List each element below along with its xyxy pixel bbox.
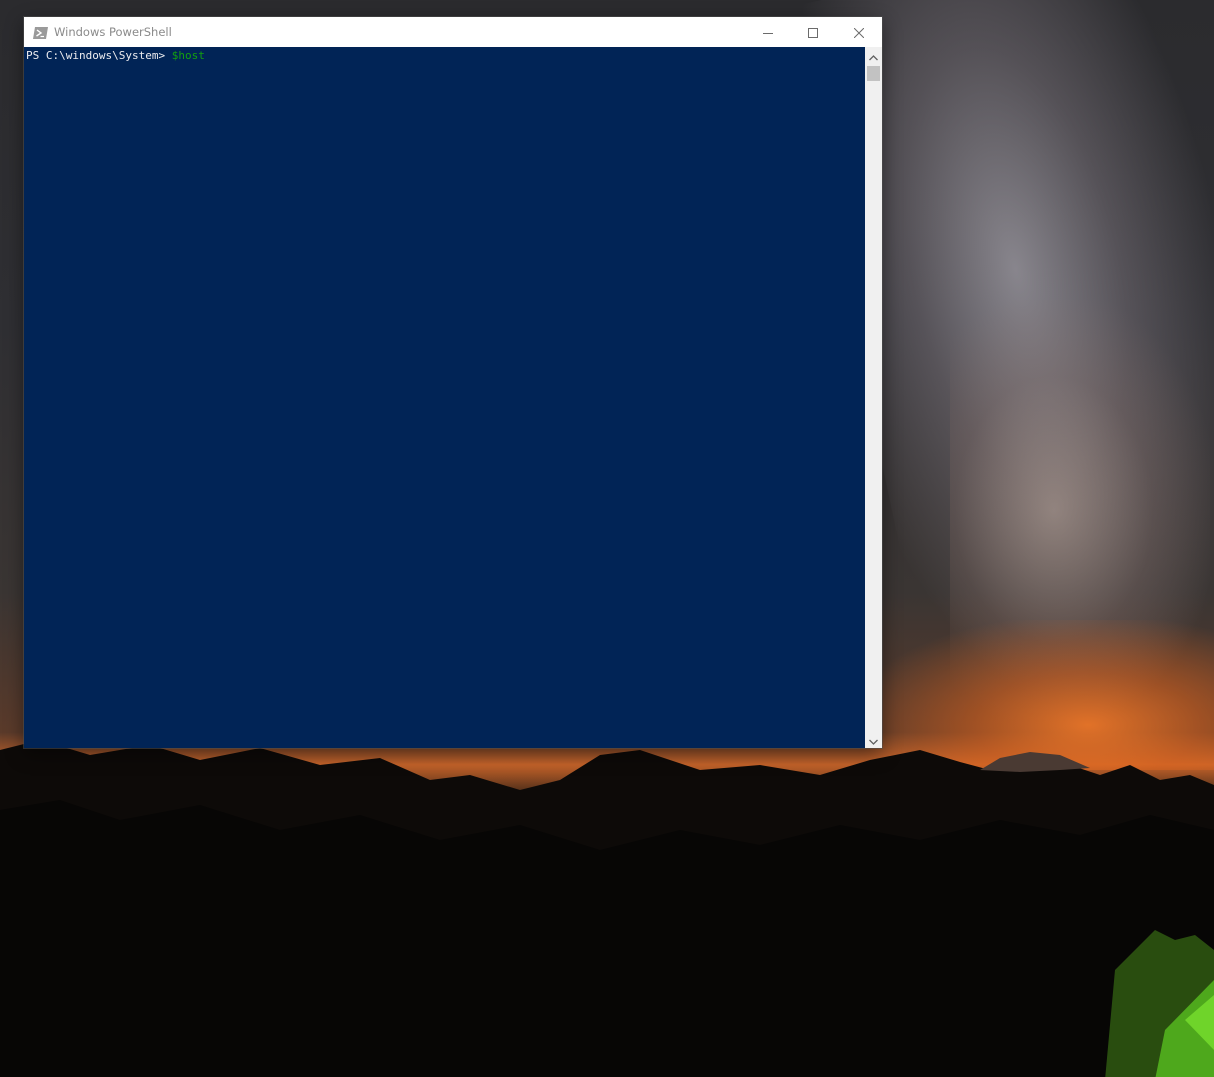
- console-command: $host: [171, 49, 205, 62]
- scroll-up-button[interactable]: [865, 47, 882, 64]
- close-icon: [853, 23, 864, 42]
- powershell-window[interactable]: Windows PowerShell PS C:\windows\System>…: [24, 17, 882, 748]
- vertical-scrollbar[interactable]: [865, 47, 882, 748]
- maximize-icon: [807, 23, 818, 42]
- mountain-silhouette: [0, 740, 1214, 1077]
- console-prompt: PS C:\windows\System>: [26, 49, 172, 62]
- green-tent: [1105, 930, 1214, 1077]
- minimize-icon: [762, 23, 773, 42]
- scroll-down-button[interactable]: [865, 731, 882, 748]
- title-bar[interactable]: Windows PowerShell: [24, 17, 882, 47]
- chevron-down-icon: [869, 730, 878, 749]
- window-title: Windows PowerShell: [54, 25, 172, 39]
- maximize-button[interactable]: [790, 17, 835, 47]
- powershell-icon: [33, 25, 49, 39]
- scroll-thumb[interactable]: [867, 66, 880, 81]
- console-area[interactable]: PS C:\windows\System> $host: [24, 47, 865, 748]
- chevron-up-icon: [869, 46, 878, 65]
- close-button[interactable]: [836, 17, 881, 47]
- minimize-button[interactable]: [745, 17, 790, 47]
- console-line: PS C:\windows\System> $host: [26, 48, 205, 63]
